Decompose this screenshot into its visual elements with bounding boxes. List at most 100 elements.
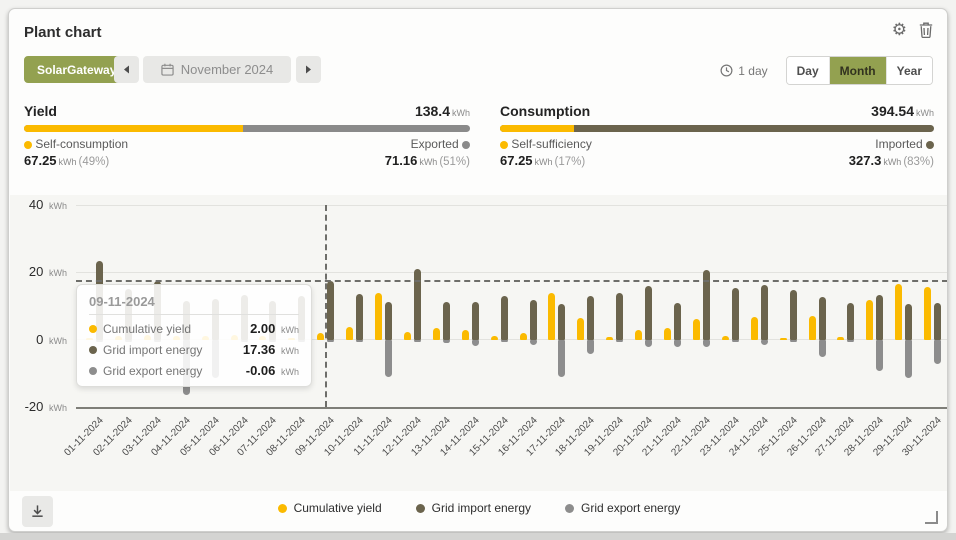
bar-yield-29-11-2024[interactable] [895,284,902,340]
bar-yield-25-11-2024[interactable] [780,338,787,340]
date-picker-button[interactable]: November 2024 [143,56,291,83]
settings-gear-icon[interactable]: ⚙ [892,21,907,38]
bar-import-13-11-2024[interactable] [443,302,450,340]
consumption-bar-fill [500,125,574,132]
gridline--20 [76,407,948,409]
bar-export-11-11-2024[interactable] [385,340,392,377]
bar-yield-22-11-2024[interactable] [693,319,700,340]
bar-yield-27-11-2024[interactable] [837,337,844,339]
bar-yield-18-11-2024[interactable] [577,318,584,340]
bar-import-21-11-2024[interactable] [674,303,681,340]
bar-import-23-11-2024[interactable] [732,288,739,340]
yield-ratio-bar [24,125,470,132]
bar-yield-09-11-2024[interactable] [317,333,324,340]
bar-export-26-11-2024[interactable] [819,340,826,358]
bar-export-15-11-2024[interactable] [501,340,508,342]
legend-label: Grid export energy [581,501,680,515]
series-dot-icon [89,367,97,375]
bar-import-09-11-2024[interactable] [327,281,334,339]
bar-export-28-11-2024[interactable] [876,340,883,371]
bar-yield-21-11-2024[interactable] [664,328,671,340]
legend-item-1[interactable]: Grid import energy [416,501,531,515]
bar-export-30-11-2024[interactable] [934,340,941,364]
tooltip-series-label: Cumulative yield [103,322,191,336]
bar-import-26-11-2024[interactable] [819,297,826,340]
series-dot-icon [89,346,97,354]
exported-value: 71.16kWh(51%) [385,153,470,168]
legend-item-2[interactable]: Grid export energy [565,501,680,515]
bar-export-12-11-2024[interactable] [414,340,421,342]
prev-period-button[interactable] [114,56,139,83]
yield-bar-fill [24,125,243,132]
y-tick--20: -20 kWh [17,399,67,414]
legend-label: Cumulative yield [294,501,382,515]
bar-export-14-11-2024[interactable] [472,340,479,346]
self-consumption-value: 67.25kWh(49%) [24,153,109,168]
bar-import-14-11-2024[interactable] [472,302,479,340]
bar-yield-13-11-2024[interactable] [433,328,440,340]
bar-yield-16-11-2024[interactable] [520,333,527,340]
bar-export-09-11-2024[interactable] [327,340,334,342]
bar-import-19-11-2024[interactable] [616,293,623,340]
bar-import-28-11-2024[interactable] [876,295,883,339]
chevron-left-icon [123,65,130,74]
tab-month[interactable]: Month [829,57,886,84]
self-consumption-label: Self-consumption [24,137,128,151]
delete-trash-icon[interactable] [919,22,933,38]
bar-yield-11-11-2024[interactable] [375,293,382,340]
bar-import-20-11-2024[interactable] [645,286,652,340]
resize-handle-icon[interactable] [925,511,938,524]
bar-export-21-11-2024[interactable] [674,340,681,347]
bar-import-17-11-2024[interactable] [558,304,565,340]
bar-yield-17-11-2024[interactable] [548,293,555,340]
bar-export-24-11-2024[interactable] [761,340,768,345]
calendar-icon [161,63,174,76]
bar-import-10-11-2024[interactable] [356,294,363,340]
bar-yield-23-11-2024[interactable] [722,336,729,340]
gridline-40 [76,205,948,206]
bar-export-27-11-2024[interactable] [847,340,854,342]
bar-import-27-11-2024[interactable] [847,303,854,340]
next-period-button[interactable] [296,56,321,83]
plant-chart-widget: Plant chart ⚙ SolarGateway November 2024… [8,8,948,532]
bar-import-24-11-2024[interactable] [761,285,768,340]
tooltip-series-label: Grid import energy [103,343,202,357]
series-dot-icon [89,325,97,333]
y-tick-0: 0 kWh [17,332,67,347]
legend-dot-icon [278,504,287,513]
bar-import-25-11-2024[interactable] [790,290,797,339]
bar-import-16-11-2024[interactable] [530,300,537,340]
bar-yield-19-11-2024[interactable] [606,337,613,339]
page-bottom-strip [0,533,956,540]
bar-yield-15-11-2024[interactable] [491,336,498,340]
bar-import-18-11-2024[interactable] [587,296,594,339]
bar-yield-28-11-2024[interactable] [866,300,873,340]
bar-export-22-11-2024[interactable] [703,340,710,348]
legend-label: Grid import energy [432,501,531,515]
bar-yield-26-11-2024[interactable] [809,316,816,340]
bar-export-25-11-2024[interactable] [790,340,797,342]
bar-yield-14-11-2024[interactable] [462,330,469,340]
tab-year[interactable]: Year [886,57,932,84]
bar-import-29-11-2024[interactable] [905,304,912,339]
bar-yield-10-11-2024[interactable] [346,327,353,340]
bar-export-17-11-2024[interactable] [558,340,565,377]
bar-export-23-11-2024[interactable] [732,340,739,342]
bar-export-18-11-2024[interactable] [587,340,594,354]
bar-export-29-11-2024[interactable] [905,340,912,379]
bar-import-30-11-2024[interactable] [934,303,941,340]
bar-export-13-11-2024[interactable] [443,340,450,343]
legend-item-0[interactable]: Cumulative yield [278,501,382,515]
bar-export-19-11-2024[interactable] [616,340,623,342]
tab-day[interactable]: Day [787,57,829,84]
bar-yield-24-11-2024[interactable] [751,317,758,340]
bar-import-11-11-2024[interactable] [385,302,392,340]
bar-yield-12-11-2024[interactable] [404,332,411,340]
imported-value: 327.3kWh(83%) [849,153,934,168]
bar-yield-30-11-2024[interactable] [924,287,931,339]
bar-export-10-11-2024[interactable] [356,340,363,342]
bar-import-15-11-2024[interactable] [501,296,508,340]
bar-yield-20-11-2024[interactable] [635,330,642,340]
bar-export-20-11-2024[interactable] [645,340,652,347]
bar-export-16-11-2024[interactable] [530,340,537,345]
